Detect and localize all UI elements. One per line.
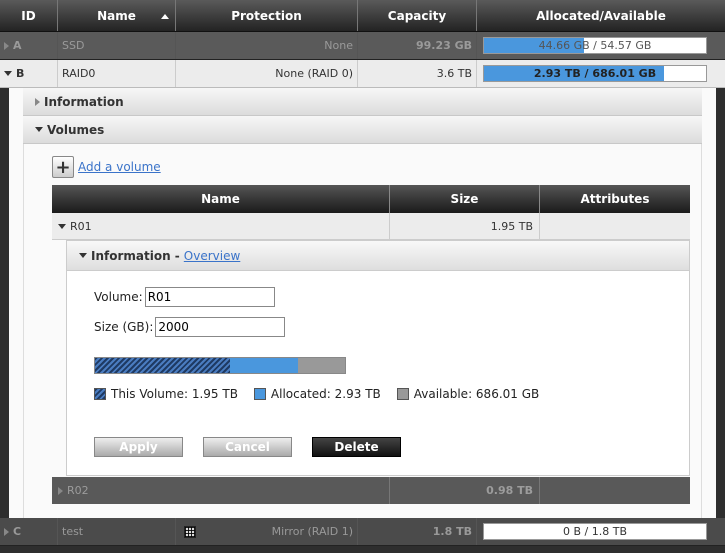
allocation-bar: 0 B / 1.8 TB	[483, 523, 707, 540]
row-id-cell[interactable]: C	[0, 518, 58, 545]
legend-allocated-label: Allocated: 2.93 TB	[270, 387, 381, 401]
plus-icon[interactable]: +	[52, 156, 74, 178]
row-id-cell[interactable]: B	[0, 60, 58, 87]
available-swatch	[396, 388, 409, 400]
volume-row[interactable]: R02 0.98 TB	[52, 477, 690, 504]
volume-size-row: Size (GB):	[94, 317, 286, 337]
volume-name-cell[interactable]: R02	[52, 477, 390, 504]
vol-col-attributes[interactable]: Attributes	[540, 185, 690, 213]
allocation-text: 44.66 GB / 54.57 GB	[538, 39, 652, 52]
volume-size-label: Size (GB):	[94, 320, 154, 334]
legend-allocated: Allocated: 2.93 TB	[253, 387, 381, 401]
table-row[interactable]: A SSD None 99.23 GB 44.66 GB / 54.57 GB	[0, 32, 725, 60]
volume-usage-bar	[94, 357, 346, 374]
col-protection-header[interactable]: Protection	[176, 0, 358, 31]
collapse-icon[interactable]	[4, 71, 12, 76]
row-name: test	[58, 518, 176, 545]
volume-name-cell[interactable]: R01	[52, 213, 390, 239]
volumes-label: Volumes	[47, 122, 105, 137]
allocation-text: 0 B / 1.8 TB	[563, 525, 627, 538]
volume-attributes	[540, 477, 690, 504]
information-label: Information	[44, 94, 124, 109]
raid0-detail-panel: Information Volumes + Add a volume Name …	[9, 88, 716, 518]
volume-size: 1.95 TB	[390, 213, 540, 239]
volume-info-header: Information - Overview	[67, 241, 689, 271]
volumes-section-header[interactable]: Volumes	[23, 116, 702, 144]
row-protection-label: Mirror (RAID 1)	[271, 525, 353, 538]
expand-icon[interactable]	[4, 41, 9, 50]
apply-button[interactable]: Apply	[94, 437, 183, 457]
volume-info-title: Information -	[91, 248, 180, 263]
volume-name-label: Volume:	[94, 290, 143, 304]
col-name-header[interactable]: Name	[58, 0, 176, 31]
row-protection: None	[176, 32, 358, 59]
this-volume-segment	[95, 358, 230, 373]
row-capacity: 3.6 TB	[358, 60, 477, 87]
volume-row[interactable]: R01 1.95 TB	[52, 213, 690, 240]
delete-button[interactable]: Delete	[312, 437, 401, 457]
volume-name-row: Volume:	[94, 287, 275, 307]
vol-col-name[interactable]: Name	[52, 185, 390, 213]
col-id-header[interactable]: ID	[0, 0, 58, 31]
sort-ascending-icon	[161, 14, 169, 19]
collapse-icon[interactable]	[58, 223, 66, 229]
collapse-icon[interactable]	[79, 253, 87, 258]
volumes-table-header: Name Size Attributes	[52, 185, 690, 213]
volume-name-field[interactable]	[144, 287, 275, 307]
information-section-header[interactable]: Information	[23, 88, 702, 116]
col-capacity-header[interactable]: Capacity	[358, 0, 477, 31]
row-id: B	[16, 67, 25, 80]
row-id-cell[interactable]: A	[0, 32, 58, 59]
volume-size: 0.98 TB	[390, 477, 540, 504]
col-name-label: Name	[97, 8, 136, 23]
col-allocated-header[interactable]: Allocated/Available	[477, 0, 725, 31]
volume-name: R02	[67, 484, 89, 497]
expand-icon[interactable]	[4, 527, 9, 536]
cancel-button[interactable]: Cancel	[203, 437, 292, 457]
legend-available-label: Available: 686.01 GB	[413, 387, 540, 401]
expand-icon[interactable]	[58, 486, 63, 495]
legend-this-volume-label: This Volume: 1.95 TB	[111, 387, 238, 401]
row-id: C	[13, 525, 22, 538]
volume-size-field[interactable]	[155, 317, 286, 337]
table-header: ID Name Protection Capacity Allocated/Av…	[0, 0, 725, 32]
this-volume-swatch	[94, 388, 106, 400]
overview-link[interactable]: Overview	[184, 249, 241, 263]
table-row[interactable]: B RAID0 None (RAID 0) 3.6 TB 2.93 TB / 6…	[0, 60, 725, 88]
row-allocation: 0 B / 1.8 TB	[477, 518, 725, 545]
collapse-icon	[35, 127, 43, 132]
allocated-swatch	[253, 388, 266, 400]
volume-info-panel: Information - Overview Volume: Size (GB)…	[66, 240, 690, 476]
allocation-bar: 44.66 GB / 54.57 GB	[483, 37, 707, 54]
row-protection: Mirror (RAID 1)	[176, 518, 358, 545]
table-row[interactable]: C test Mirror (RAID 1) 1.8 TB 0 B / 1.8 …	[0, 518, 725, 546]
row-allocation: 44.66 GB / 54.57 GB	[477, 32, 725, 59]
volume-name: R01	[70, 219, 92, 233]
allocation-text: 2.93 TB / 686.01 GB	[533, 67, 657, 80]
legend-this-volume: This Volume: 1.95 TB	[94, 387, 238, 401]
volume-attributes	[540, 213, 690, 239]
row-capacity: 99.23 GB	[358, 32, 477, 59]
grid-icon	[184, 525, 196, 538]
row-allocation: 2.93 TB / 686.01 GB	[477, 60, 725, 87]
legend-available: Available: 686.01 GB	[396, 387, 540, 401]
row-name: SSD	[58, 32, 176, 59]
add-volume-control: + Add a volume	[52, 156, 161, 178]
row-id: A	[13, 39, 22, 52]
allocation-bar: 2.93 TB / 686.01 GB	[483, 65, 707, 82]
expand-icon	[35, 97, 40, 106]
row-capacity: 1.8 TB	[358, 518, 477, 545]
row-name: RAID0	[58, 60, 176, 87]
vol-col-size[interactable]: Size	[390, 185, 540, 213]
add-volume-link[interactable]: Add a volume	[78, 160, 161, 174]
row-protection: None (RAID 0)	[176, 60, 358, 87]
usage-legend: This Volume: 1.95 TB Allocated: 2.93 TB …	[94, 387, 555, 401]
